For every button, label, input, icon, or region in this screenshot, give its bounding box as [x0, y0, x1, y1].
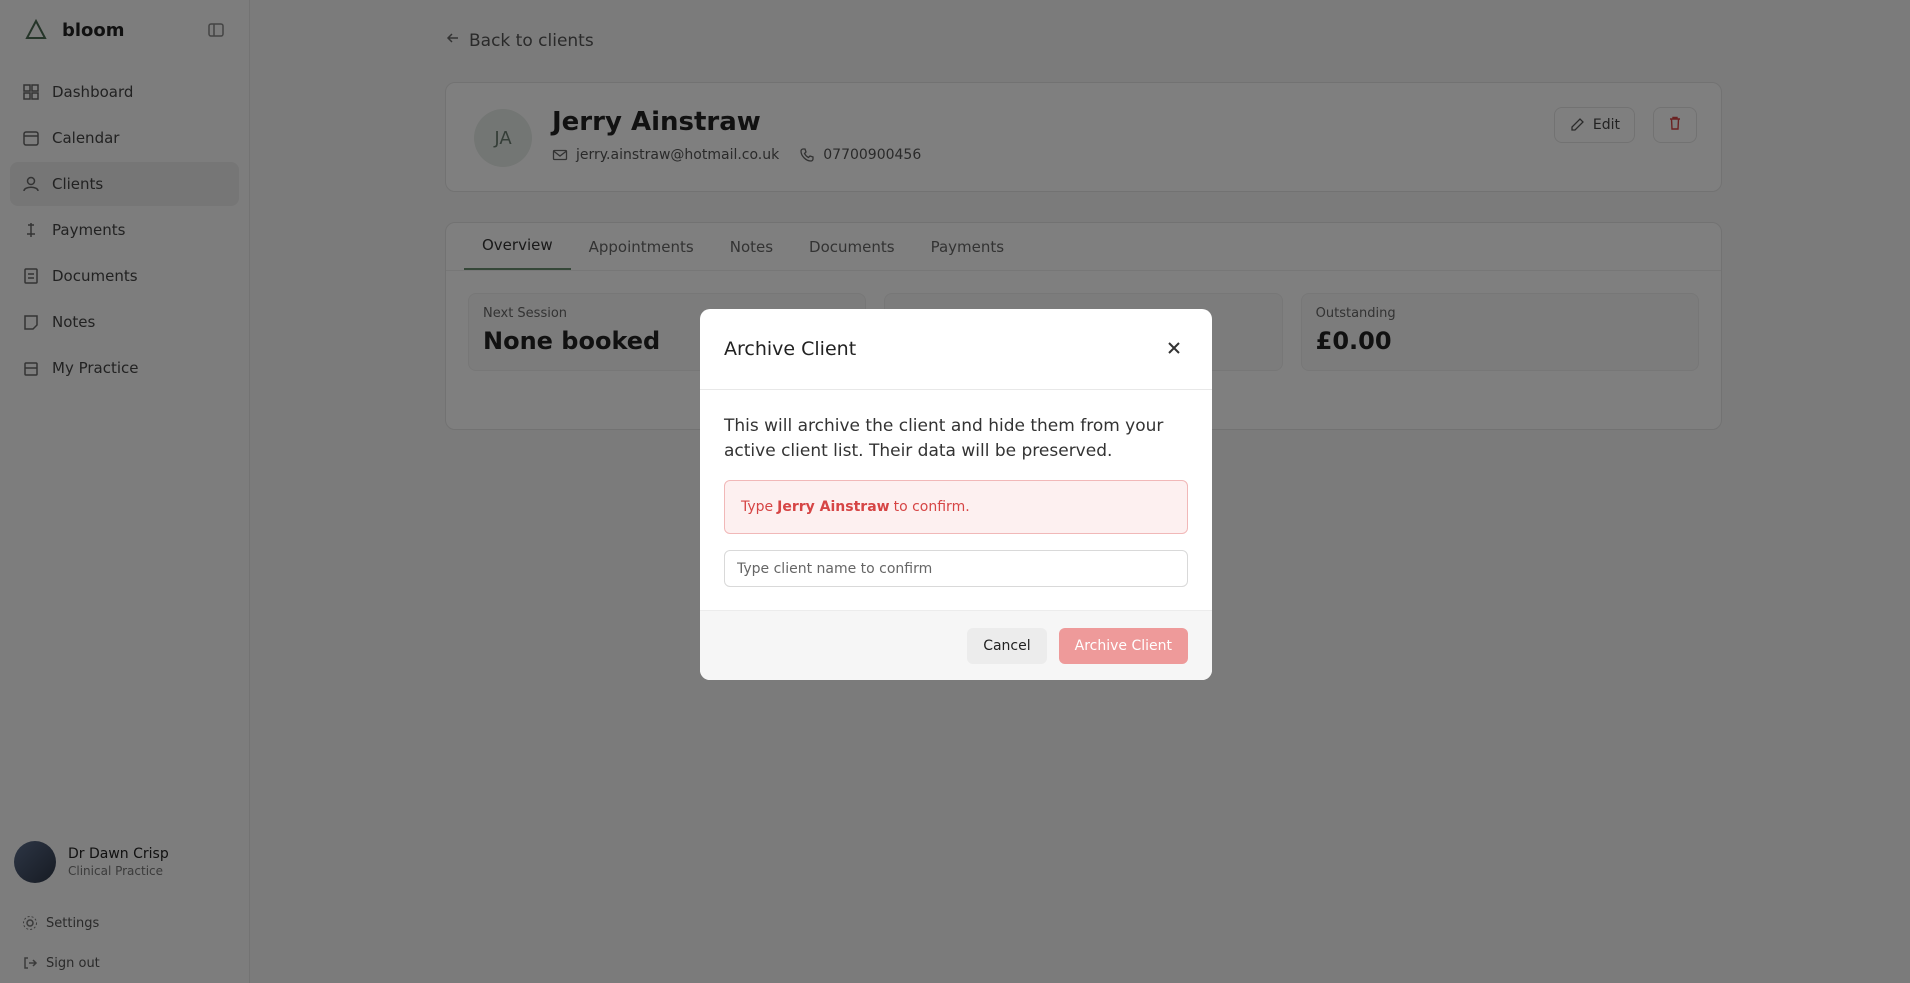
close-button[interactable] [1160, 335, 1188, 363]
modal-title: Archive Client [724, 338, 857, 360]
modal-body: This will archive the client and hide th… [700, 390, 1212, 611]
confirm-alert: Type Jerry Ainstraw to confirm. [724, 480, 1188, 534]
archive-client-button[interactable]: Archive Client [1058, 627, 1188, 664]
modal-header: Archive Client [700, 309, 1212, 390]
alert-suffix: to confirm. [893, 499, 970, 515]
alert-prefix: Type [741, 499, 774, 515]
cancel-button[interactable]: Cancel [967, 627, 1047, 664]
modal-description: This will archive the client and hide th… [724, 416, 1164, 461]
modal-footer: Cancel Archive Client [700, 610, 1212, 680]
alert-client-name: Jerry Ainstraw [777, 499, 890, 515]
archive-client-modal: Archive Client This will archive the cli… [700, 309, 1212, 680]
close-icon [1167, 340, 1181, 359]
confirm-name-input[interactable] [724, 550, 1188, 587]
